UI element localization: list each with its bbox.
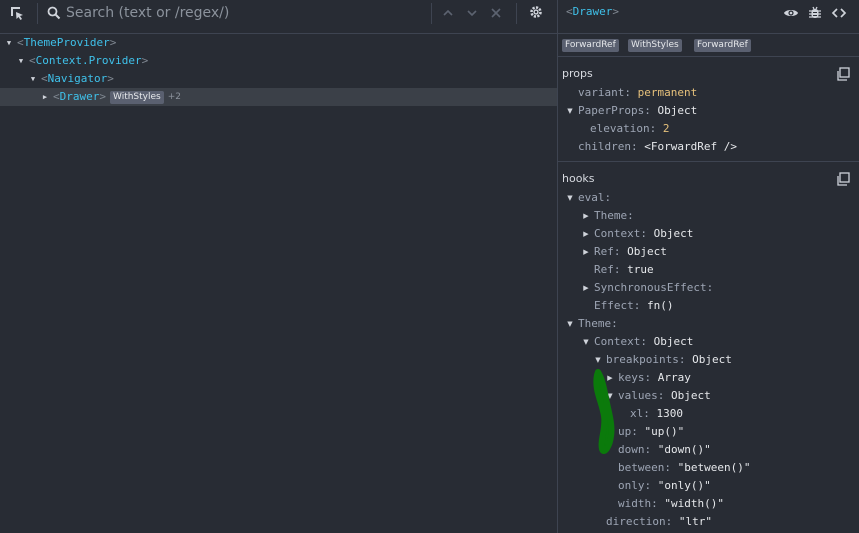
hooks-section-title: hooks <box>562 172 595 185</box>
caret-right-icon[interactable]: ▶ <box>605 369 615 387</box>
eye-icon[interactable] <box>782 4 800 22</box>
caret-right-icon[interactable]: ▶ <box>40 88 50 106</box>
hook-row[interactable]: Context: Object <box>594 333 693 351</box>
hoc-badge: WithStyles <box>628 39 682 52</box>
caret-down-icon[interactable]: ▼ <box>581 333 591 351</box>
hook-row[interactable]: breakpoints: Object <box>606 351 732 369</box>
toolbar-divider <box>431 3 432 24</box>
selected-component-title: <Drawer> <box>566 5 619 18</box>
hook-row[interactable]: SynchronousEffect: <box>594 279 713 297</box>
caret-down-icon[interactable]: ▼ <box>605 387 615 405</box>
hook-row[interactable]: direction: "ltr" <box>606 513 712 531</box>
chevron-up-icon[interactable] <box>439 4 457 22</box>
caret-right-icon[interactable]: ▶ <box>581 225 591 243</box>
tree-toolbar <box>0 0 557 34</box>
hook-row[interactable]: Theme: <box>578 315 618 333</box>
hook-row[interactable]: xl: 1300 <box>630 405 683 423</box>
caret-down-icon[interactable]: ▼ <box>593 351 603 369</box>
caret-right-icon[interactable]: ▶ <box>581 207 591 225</box>
props-section-title: props <box>562 67 593 80</box>
hook-row[interactable]: up: "up()" <box>618 423 684 441</box>
tree-row[interactable]: ▼ <ThemeProvider> <box>0 34 557 52</box>
gear-icon[interactable] <box>527 3 545 21</box>
components-tree-panel: ▼ <ThemeProvider> ▼ <Context.Provider> ▼… <box>0 0 557 533</box>
close-icon[interactable] <box>487 4 505 22</box>
hook-row[interactable]: Effect: fn() <box>594 297 674 315</box>
caret-down-icon[interactable]: ▼ <box>16 52 26 70</box>
hook-row[interactable]: Ref: true <box>594 261 654 279</box>
hook-row[interactable]: keys: Array <box>618 369 691 387</box>
more-badges-count: +2 <box>167 92 182 102</box>
caret-down-icon[interactable]: ▼ <box>28 70 38 88</box>
copy-icon[interactable] <box>836 171 850 186</box>
chevron-down-icon[interactable] <box>463 4 481 22</box>
toolbar-divider <box>37 3 38 24</box>
bug-icon[interactable] <box>806 4 824 22</box>
caret-down-icon[interactable]: ▼ <box>4 34 14 52</box>
caret-down-icon[interactable]: ▼ <box>565 102 575 120</box>
search-icon <box>45 4 63 22</box>
tree-row-selected[interactable]: ▶ <Drawer> WithStyles +2 <box>0 88 557 106</box>
hook-row[interactable]: Context: Object <box>594 225 693 243</box>
hoc-badge: ForwardRef <box>694 39 751 52</box>
hoc-badge: WithStyles <box>110 91 164 104</box>
toolbar-divider <box>516 3 517 24</box>
hook-row[interactable]: eval: <box>578 189 611 207</box>
prop-row[interactable]: variant: permanent <box>578 84 697 102</box>
hoc-badge: ForwardRef <box>562 39 619 52</box>
hook-row[interactable]: Theme: <box>594 207 634 225</box>
section-divider <box>558 161 859 162</box>
component-name: Context.Provider <box>35 54 142 67</box>
caret-right-icon[interactable]: ▶ <box>581 243 591 261</box>
prop-row[interactable]: elevation: 2 <box>590 120 669 138</box>
hook-row[interactable]: down: "down()" <box>618 441 711 459</box>
hook-row[interactable]: Ref: Object <box>594 243 667 261</box>
hook-row[interactable]: between: "between()" <box>618 459 750 477</box>
prop-row[interactable]: PaperProps: Object <box>578 102 697 120</box>
hook-row[interactable]: width: "width()" <box>618 495 724 513</box>
caret-down-icon[interactable]: ▼ <box>565 315 575 333</box>
component-name: Navigator <box>47 72 108 85</box>
component-name: ThemeProvider <box>23 36 110 49</box>
select-element-icon[interactable] <box>8 4 26 22</box>
component-tree: ▼ <ThemeProvider> ▼ <Context.Provider> ▼… <box>0 34 557 106</box>
inspector-header: <Drawer> <box>558 0 859 34</box>
code-icon[interactable] <box>830 4 848 22</box>
copy-icon[interactable] <box>836 66 850 81</box>
hook-row[interactable]: values: Object <box>618 387 711 405</box>
search-input[interactable] <box>62 3 430 23</box>
tree-row[interactable]: ▼ <Context.Provider> <box>0 52 557 70</box>
tree-row[interactable]: ▼ <Navigator> <box>0 70 557 88</box>
hoc-badge-row: ForwardRef WithStyles ForwardRef <box>558 34 859 57</box>
hook-row[interactable]: only: "only()" <box>618 477 711 495</box>
prop-row[interactable]: children: <ForwardRef /> <box>578 138 737 156</box>
component-name: Drawer <box>59 90 100 103</box>
caret-down-icon[interactable]: ▼ <box>565 189 575 207</box>
inspector-panel: <Drawer> ForwardRef WithStyles ForwardRe… <box>558 0 859 533</box>
caret-right-icon[interactable]: ▶ <box>581 279 591 297</box>
